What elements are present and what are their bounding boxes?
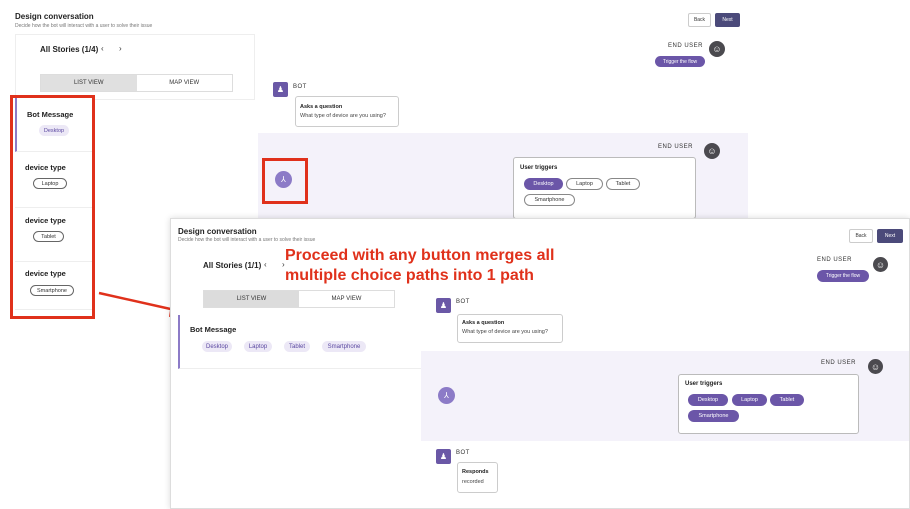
tab-map-view[interactable]: MAP VIEW	[299, 291, 394, 307]
page-title: Design conversation	[178, 227, 257, 236]
user-triggers-title: User triggers	[520, 165, 558, 171]
android-icon: ♟	[436, 449, 451, 464]
tab-list-view[interactable]: LIST VIEW	[41, 75, 137, 91]
screen-1: Design conversation Decide how the bot w…	[0, 0, 748, 218]
option-smartphone[interactable]: Smartphone	[322, 341, 366, 352]
bot-label: BOT	[293, 84, 307, 90]
smiley-icon: ☺	[709, 41, 725, 57]
highlight-box-list	[10, 95, 95, 319]
option-laptop[interactable]: Laptop	[732, 394, 767, 406]
option-smartphone[interactable]: Smartphone	[524, 194, 575, 206]
end-user-label-2: END USER	[658, 144, 694, 150]
smiley-icon: ☺	[868, 359, 883, 374]
annotation-line-2: multiple choice paths into 1 path	[285, 267, 534, 284]
merge-paths-icon[interactable]: ⅄	[438, 387, 455, 404]
option-desktop[interactable]: Desktop	[524, 178, 563, 190]
smiley-icon: ☺	[873, 257, 888, 272]
option-smartphone[interactable]: Smartphone	[688, 410, 739, 422]
back-button[interactable]: Back	[849, 229, 873, 243]
chevron-right-icon[interactable]: ›	[119, 44, 122, 53]
option-tablet[interactable]: Tablet	[284, 341, 310, 352]
bot-label: BOT	[456, 299, 470, 305]
responds-card[interactable]: Responds recorded	[457, 462, 498, 493]
end-user-label: END USER	[668, 43, 704, 49]
chevron-left-icon[interactable]: ‹	[264, 260, 267, 269]
option-tablet[interactable]: Tablet	[770, 394, 804, 406]
trigger-flow-pill[interactable]: Trigger the flow	[655, 56, 705, 67]
bot-question-card[interactable]: Asks a question What type of device are …	[295, 96, 399, 127]
annotation-line-1: Proceed with any button merges all	[285, 247, 555, 264]
back-button[interactable]: Back	[688, 13, 711, 27]
option-desktop[interactable]: Desktop	[688, 394, 728, 406]
tab-map-view[interactable]: MAP VIEW	[137, 75, 233, 91]
next-button[interactable]: Next	[877, 229, 903, 243]
android-icon: ♟	[273, 82, 288, 97]
card-body: What type of device are you using?	[462, 329, 548, 335]
android-icon: ♟	[436, 298, 451, 313]
end-user-label-2: END USER	[821, 360, 857, 366]
annotation-text: Proceed with any button merges all multi…	[285, 246, 554, 286]
option-laptop[interactable]: Laptop	[566, 178, 603, 190]
trigger-flow-pill[interactable]: Trigger the flow	[817, 270, 869, 282]
stories-label: All Stories (1/1)	[203, 261, 262, 270]
option-laptop[interactable]: Laptop	[244, 341, 272, 352]
view-tabs: LIST VIEW MAP VIEW	[40, 74, 233, 92]
tab-list-view[interactable]: LIST VIEW	[204, 291, 299, 307]
page-subtitle: Decide how the bot will interact with a …	[15, 23, 153, 29]
bot-question-card[interactable]: Asks a question What type of device are …	[457, 314, 563, 343]
view-tabs: LIST VIEW MAP VIEW	[203, 290, 395, 308]
chevron-left-icon[interactable]: ‹	[101, 44, 104, 53]
card-body: recorded	[462, 479, 484, 485]
bot-label-2: BOT	[456, 450, 470, 456]
card-title: Asks a question	[300, 104, 343, 110]
end-user-label: END USER	[817, 257, 853, 263]
list-item-title: Bot Message	[190, 325, 237, 334]
option-tablet[interactable]: Tablet	[606, 178, 640, 190]
card-title: Responds	[462, 469, 489, 475]
card-body: What type of device are you using?	[300, 113, 386, 119]
card-title: Asks a question	[462, 320, 505, 326]
page-subtitle: Decide how the bot will interact with a …	[178, 237, 316, 243]
next-button[interactable]: Next	[715, 13, 740, 27]
highlight-box-merge	[262, 158, 308, 204]
stories-label: All Stories (1/4)	[40, 45, 99, 54]
option-desktop[interactable]: Desktop	[202, 341, 232, 352]
smiley-icon: ☺	[704, 143, 720, 159]
bot-message-item[interactable]: Bot Message Desktop Laptop Tablet Smartp…	[178, 315, 421, 369]
page-title: Design conversation	[15, 12, 94, 21]
user-triggers-title: User triggers	[685, 381, 723, 387]
